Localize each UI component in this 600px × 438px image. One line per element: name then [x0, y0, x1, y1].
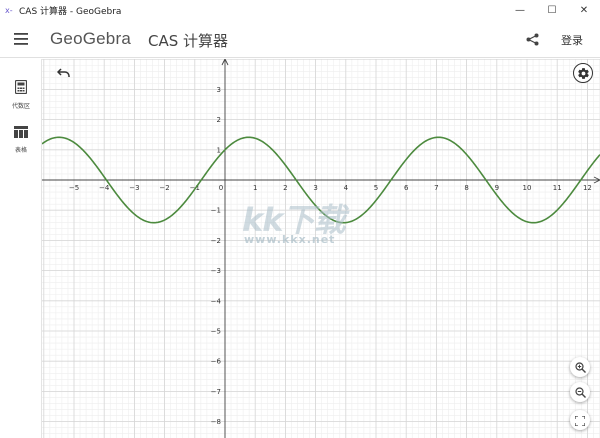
y-tick-label: 1 — [217, 146, 221, 154]
y-tick-label: 3 — [217, 86, 221, 94]
share-icon[interactable] — [523, 30, 541, 48]
gear-icon[interactable] — [573, 63, 593, 83]
y-tick-label: −8 — [211, 418, 221, 426]
window-titlebar: x- CAS 计算器 - GeoGebra — ☐ ✕ — [0, 0, 600, 20]
calculator-icon — [14, 79, 28, 98]
y-tick-label: −3 — [211, 267, 221, 275]
hamburger-menu-icon[interactable] — [12, 30, 30, 48]
y-tick-label: −1 — [211, 207, 221, 215]
x-tick-label: 9 — [495, 184, 499, 192]
x-tick-label: 6 — [404, 184, 409, 192]
table-icon — [14, 123, 28, 142]
y-tick-label: −6 — [211, 358, 222, 366]
x-tick-label: 11 — [553, 184, 562, 192]
zoom-in-button[interactable] — [570, 357, 590, 377]
major-grid — [42, 59, 600, 438]
x-axis-tick-labels: −5 −4 −3 −2 −1 0 1 2 3 4 5 6 7 8 9 10 11 12 — [69, 184, 592, 192]
x-tick-label: 5 — [374, 184, 378, 192]
y-tick-label: −7 — [211, 388, 221, 396]
x-tick-label: 1 — [253, 184, 257, 192]
x-tick-label: 7 — [434, 184, 438, 192]
minor-grid — [42, 59, 600, 438]
app-title: CAS 计算器 — [148, 32, 229, 50]
fullscreen-button[interactable] — [570, 410, 590, 430]
geogebra-app-icon: x- — [5, 5, 15, 15]
x-tick-label: −4 — [99, 184, 110, 192]
sidebar-item-table[interactable]: 表格 — [0, 123, 42, 154]
x-tick-label: 4 — [344, 184, 349, 192]
y-tick-label: 2 — [217, 116, 221, 124]
x-tick-label: 3 — [313, 184, 317, 192]
x-tick-label: 2 — [283, 184, 287, 192]
y-tick-label: −2 — [211, 237, 221, 245]
y-tick-label: −5 — [211, 328, 221, 336]
x-tick-label: −5 — [69, 184, 79, 192]
x-tick-label: −2 — [159, 184, 169, 192]
window-title: CAS 计算器 - GeoGebra — [19, 6, 122, 17]
login-button[interactable]: 登录 — [561, 32, 583, 48]
y-axis-tick-labels: 3 2 1 −1 −2 −3 −4 −5 −6 −7 −8 — [211, 86, 222, 426]
x-tick-label: 12 — [583, 184, 592, 192]
sidebar-item-label: 表格 — [14, 147, 27, 154]
sidebar-item-label: 代数区 — [11, 103, 30, 110]
geogebra-logo: GeoGebra — [50, 29, 131, 48]
x-tick-label: 10 — [523, 184, 532, 192]
graphics-view[interactable]: −5 −4 −3 −2 −1 0 1 2 3 4 5 6 7 8 9 10 11 12 3 2 1 −1 −2 −3 −4 −5… — [42, 59, 600, 438]
axes — [42, 59, 600, 438]
x-tick-label: 8 — [464, 184, 468, 192]
minimize-button[interactable]: — — [504, 0, 536, 20]
svg-text:x-: x- — [5, 6, 13, 15]
maximize-button[interactable]: ☐ — [536, 0, 568, 20]
app-header: GeoGebra CAS 计算器 登录 — [0, 20, 600, 58]
sidebar-item-algebra[interactable]: 代数区 — [0, 79, 42, 110]
x-tick-label: 0 — [219, 184, 223, 192]
zoom-out-icon — [574, 383, 586, 402]
close-button[interactable]: ✕ — [568, 0, 600, 20]
undo-icon[interactable] — [56, 66, 72, 80]
fullscreen-icon — [574, 411, 586, 430]
graph-canvas[interactable]: −5 −4 −3 −2 −1 0 1 2 3 4 5 6 7 8 9 10 11 12 321−1−2−3−4−5… — [42, 59, 600, 438]
zoom-out-button[interactable] — [570, 382, 590, 402]
y-tick-label: −4 — [211, 297, 222, 305]
zoom-in-icon — [574, 358, 586, 377]
x-tick-label: −3 — [129, 184, 139, 192]
left-sidebar: 代数区 表格 — [0, 59, 42, 438]
